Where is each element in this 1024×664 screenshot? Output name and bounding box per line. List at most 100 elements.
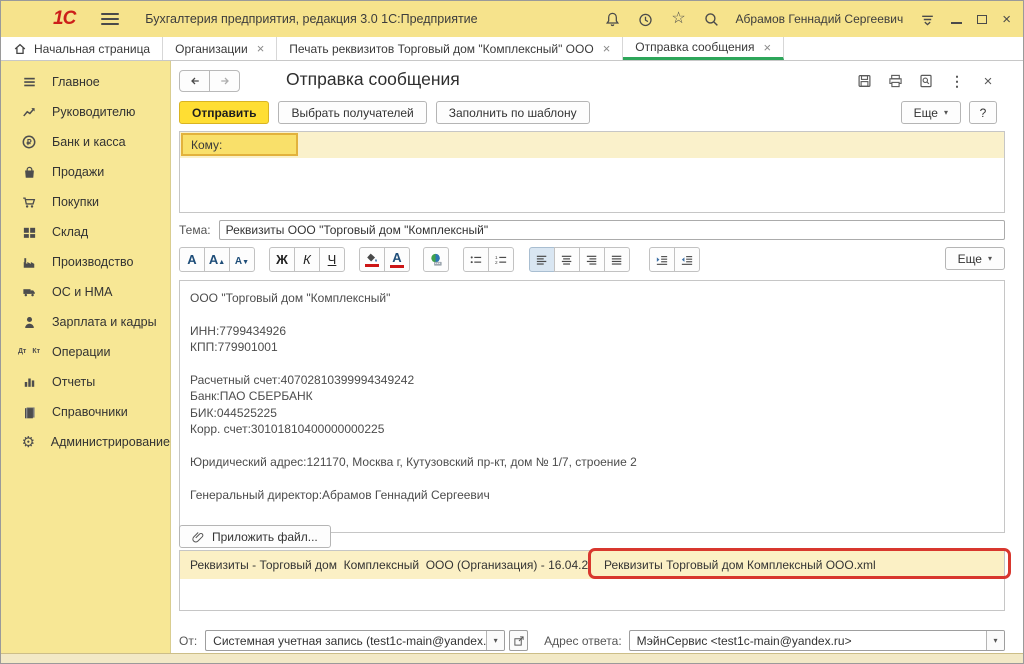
chevron-down-icon[interactable]: ▾ (486, 631, 504, 650)
indent-decrease-button[interactable] (674, 247, 700, 272)
attachment-row: Реквизиты - Торговый дом Комплексный ООО… (180, 551, 1004, 579)
person-icon (20, 314, 38, 330)
print-icon[interactable] (886, 73, 904, 89)
bold-button[interactable]: Ж (269, 247, 295, 272)
sidebar-item-zarplata-kadry[interactable]: Зарплата и кадры (1, 307, 170, 337)
sidebar-item-operacii[interactable]: ДтКт Операции (1, 337, 170, 367)
message-body-editor[interactable]: ООО "Торговый дом "Комплексный" ИНН:7799… (179, 280, 1005, 533)
font-button[interactable]: А (179, 247, 205, 272)
form-close-icon[interactable]: × (979, 73, 997, 89)
sidebar-item-os-nma[interactable]: ОС и НМА (1, 277, 170, 307)
bullet-list-button[interactable] (463, 247, 489, 272)
sidebar-item-rukovoditelyu[interactable]: Руководителю (1, 97, 170, 127)
current-user-name[interactable]: Абрамов Геннадий Сергеевич (736, 12, 904, 26)
font-decrease-button[interactable]: А▼ (229, 247, 255, 272)
insert-link-icon[interactable] (423, 247, 449, 272)
debit-credit-icon: ДтКт (20, 344, 38, 360)
search-icon[interactable] (703, 10, 721, 28)
shopping-bag-icon (20, 164, 38, 180)
gear-icon: ⚙ (20, 434, 37, 450)
attachment-item-highlighted[interactable]: Реквизиты Торговый дом Комплексный ООО.x… (590, 558, 1004, 572)
app-title: Бухгалтерия предприятия, редакция 3.0 1С… (145, 12, 477, 26)
to-field[interactable]: Кому: (181, 133, 298, 156)
open-account-button[interactable] (509, 630, 528, 651)
numbered-list-button[interactable]: 12 (488, 247, 514, 272)
font-color-button[interactable]: А (384, 247, 410, 272)
back-button[interactable] (179, 70, 210, 92)
sidebar-item-bank-kassa[interactable]: ₽ Банк и касса (1, 127, 170, 157)
align-justify-button[interactable] (604, 247, 630, 272)
tab-send-message[interactable]: Отправка сообщения × (623, 37, 784, 60)
tab-close-icon[interactable]: × (257, 41, 265, 56)
reply-address-combobox[interactable]: МэйнСервис <test1c-main@yandex.ru> ▾ (629, 630, 1005, 651)
tab-organizations[interactable]: Организации × (163, 37, 277, 60)
help-button[interactable]: ? (969, 101, 997, 124)
indent-increase-button[interactable] (649, 247, 675, 272)
sidebar-item-otchety[interactable]: Отчеты (1, 367, 170, 397)
title-bar: 1С Бухгалтерия предприятия, редакция 3.0… (1, 1, 1023, 37)
tab-label: Начальная страница (34, 42, 150, 56)
bar-chart-icon (20, 374, 38, 390)
sidebar-item-pokupki[interactable]: Покупки (1, 187, 170, 217)
save-icon[interactable] (855, 73, 873, 89)
favorites-star-icon[interactable]: ☆ (670, 10, 688, 28)
highlight-color-button[interactable] (359, 247, 385, 272)
minimize-button[interactable] (951, 15, 962, 24)
more-dots-icon[interactable]: ⋮ (948, 73, 966, 89)
ruble-circle-icon: ₽ (20, 134, 38, 150)
sidebar-item-spravochniki[interactable]: Справочники (1, 397, 170, 427)
book-icon (20, 404, 38, 420)
tab-close-icon[interactable]: × (763, 40, 771, 55)
italic-button[interactable]: К (294, 247, 320, 272)
trend-chart-icon (20, 104, 38, 120)
send-button[interactable]: Отправить (179, 101, 269, 124)
recipients-input-area[interactable] (180, 158, 1004, 212)
recipients-header-row: Кому: (180, 132, 1004, 158)
sidebar-item-administrirovanie[interactable]: ⚙ Администрирование (1, 427, 170, 457)
align-left-button[interactable] (529, 247, 555, 272)
subject-input[interactable]: Реквизиты ООО "Торговый дом "Комплексный… (219, 220, 1005, 240)
tab-home[interactable]: Начальная страница (1, 37, 163, 60)
highlight-color-bar (365, 264, 379, 267)
page-title: Отправка сообщения (286, 69, 460, 90)
fill-by-template-button[interactable]: Заполнить по шаблону (436, 101, 590, 124)
sidebar-item-glavnoe[interactable]: Главное (1, 67, 170, 97)
align-center-button[interactable] (554, 247, 580, 272)
tab-label: Печать реквизитов Торговый дом "Комплекс… (289, 42, 593, 56)
align-right-button[interactable] (579, 247, 605, 272)
tab-bar: Начальная страница Организации × Печать … (1, 37, 1023, 61)
select-recipients-button[interactable]: Выбрать получателей (278, 101, 426, 124)
editor-more-button[interactable]: Еще▾ (945, 247, 1005, 270)
factory-icon (20, 254, 38, 270)
window-close-button[interactable]: × (1002, 12, 1011, 27)
tab-close-icon[interactable]: × (603, 41, 611, 56)
font-increase-button[interactable]: А▲ (204, 247, 230, 272)
history-icon[interactable] (637, 10, 655, 28)
truck-icon (20, 284, 38, 300)
chevron-down-icon: ▾ (944, 108, 948, 117)
sidebar-item-prodazhi[interactable]: Продажи (1, 157, 170, 187)
app-window: 1С Бухгалтерия предприятия, редакция 3.0… (0, 0, 1024, 664)
main-menu-icon[interactable] (101, 10, 119, 28)
chevron-down-icon[interactable]: ▾ (986, 631, 1004, 650)
from-label: От: (179, 634, 197, 648)
more-button[interactable]: Еще▾ (901, 101, 961, 124)
from-account-combobox[interactable]: Системная учетная запись (test1c-main@ya… (205, 630, 505, 651)
notifications-bell-icon[interactable] (604, 10, 622, 28)
svg-text:2: 2 (495, 259, 498, 264)
reply-address-label: Адрес ответа: (544, 634, 621, 648)
forward-button[interactable] (209, 70, 240, 92)
attachment-item[interactable]: Реквизиты - Торговый дом Комплексный ООО… (180, 558, 590, 572)
1c-logo-icon: 1С (53, 8, 75, 30)
underline-button[interactable]: Ч (319, 247, 345, 272)
preview-icon[interactable] (917, 73, 935, 89)
attach-file-button[interactable]: Приложить файл... (179, 525, 331, 548)
paperclip-icon (192, 530, 205, 544)
maximize-button[interactable] (977, 15, 987, 24)
service-menu-icon[interactable] (918, 10, 936, 28)
tab-print-requisites[interactable]: Печать реквизитов Торговый дом "Комплекс… (277, 37, 623, 60)
sidebar-item-proizvodstvo[interactable]: Производство (1, 247, 170, 277)
font-color-bar (390, 265, 404, 268)
sidebar-item-sklad[interactable]: Склад (1, 217, 170, 247)
send-message-form: Отправка сообщения ⋮ × Отправить Выбрать… (171, 61, 1023, 653)
